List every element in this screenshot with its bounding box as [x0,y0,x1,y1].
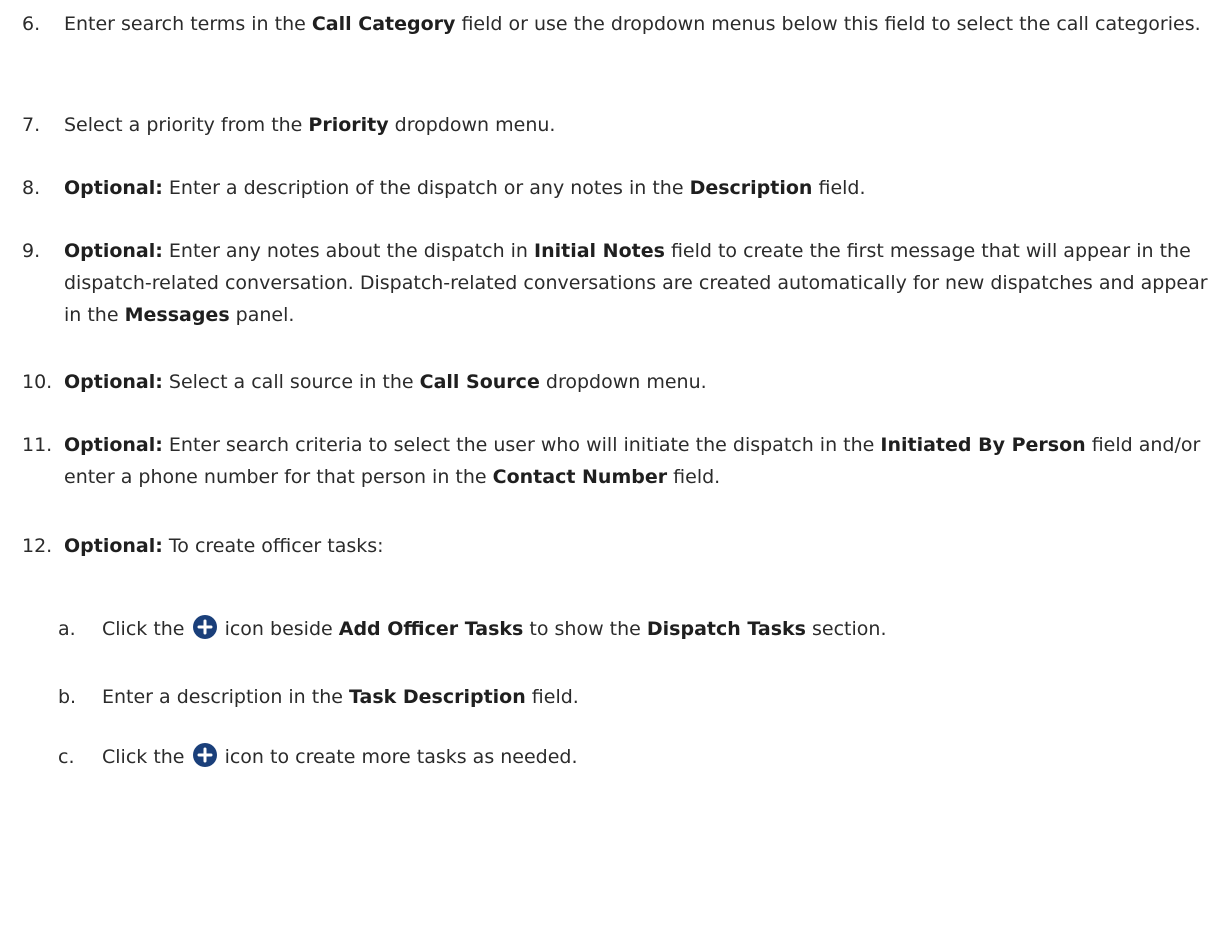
step-number: 12. [22,535,53,557]
step-text: Optional: Enter any notes about the disp… [64,240,1208,326]
ui-term: Initial Notes [534,240,665,262]
substep-text: Click the icon beside Add Officer Tasks … [102,613,1215,645]
step-text: Optional: To create officer tasks: [64,535,384,557]
ui-term: Task Description [348,686,526,708]
ui-term: Initiated By Person [880,434,1086,456]
step-12: 12. Optional: To create officer tasks: [22,530,1215,566]
ui-term: Messages [124,304,230,326]
step-number: 11. [22,434,53,456]
ui-term: Optional: [64,535,163,557]
substep-text: Click the icon to create more tasks as n… [102,741,1215,773]
substep-c: c. Click the icon to create more tasks a… [58,741,1215,777]
substep-a: a. Click the icon beside Add Officer Tas… [58,613,1215,649]
ui-term: Priority [308,114,389,136]
ui-term: Call Source [419,371,540,393]
ui-term: Optional: [64,177,163,199]
substep-letter: a. [58,618,76,640]
ui-term: Optional: [64,240,163,262]
step-9: 9. Optional: Enter any notes about the d… [22,235,1215,335]
step-text: Optional: Enter a description of the dis… [64,177,866,199]
step-number: 6. [22,13,41,35]
ui-term: Add Officer Tasks [338,618,524,640]
ui-term: Contact Number [492,466,668,488]
step-text: Enter search terms in the Call Category … [64,13,1201,35]
step-text: Select a priority from the Priority drop… [64,114,556,136]
ui-term: Call Category [311,13,456,35]
substep-b: b. Enter a description in the Task Descr… [58,681,1215,717]
plus-circle-icon [192,743,217,767]
ui-term: Description [689,177,813,199]
ui-term: Optional: [64,371,163,393]
ui-term: Dispatch Tasks [646,618,806,640]
ui-term: Optional: [64,434,163,456]
step-number: 9. [22,240,41,262]
substep-text: Enter a description in the Task Descript… [102,686,579,708]
step-10: 10. Optional: Select a call source in th… [22,366,1215,402]
step-text: Optional: Select a call source in the Ca… [64,371,707,393]
step-7: 7. Select a priority from the Priority d… [22,109,1215,145]
substep-letter: b. [58,686,77,708]
substep-letter: c. [58,746,75,768]
step-text: Optional: Enter search criteria to selec… [64,434,1201,488]
step-11: 11. Optional: Enter search criteria to s… [22,429,1215,499]
step-8: 8. Optional: Enter a description of the … [22,172,1215,208]
plus-circle-icon [192,615,217,639]
step-6: 6. Enter search terms in the Call Catego… [22,8,1215,78]
step-number: 10. [22,371,53,393]
step-number: 8. [22,177,41,199]
step-number: 7. [22,114,41,136]
